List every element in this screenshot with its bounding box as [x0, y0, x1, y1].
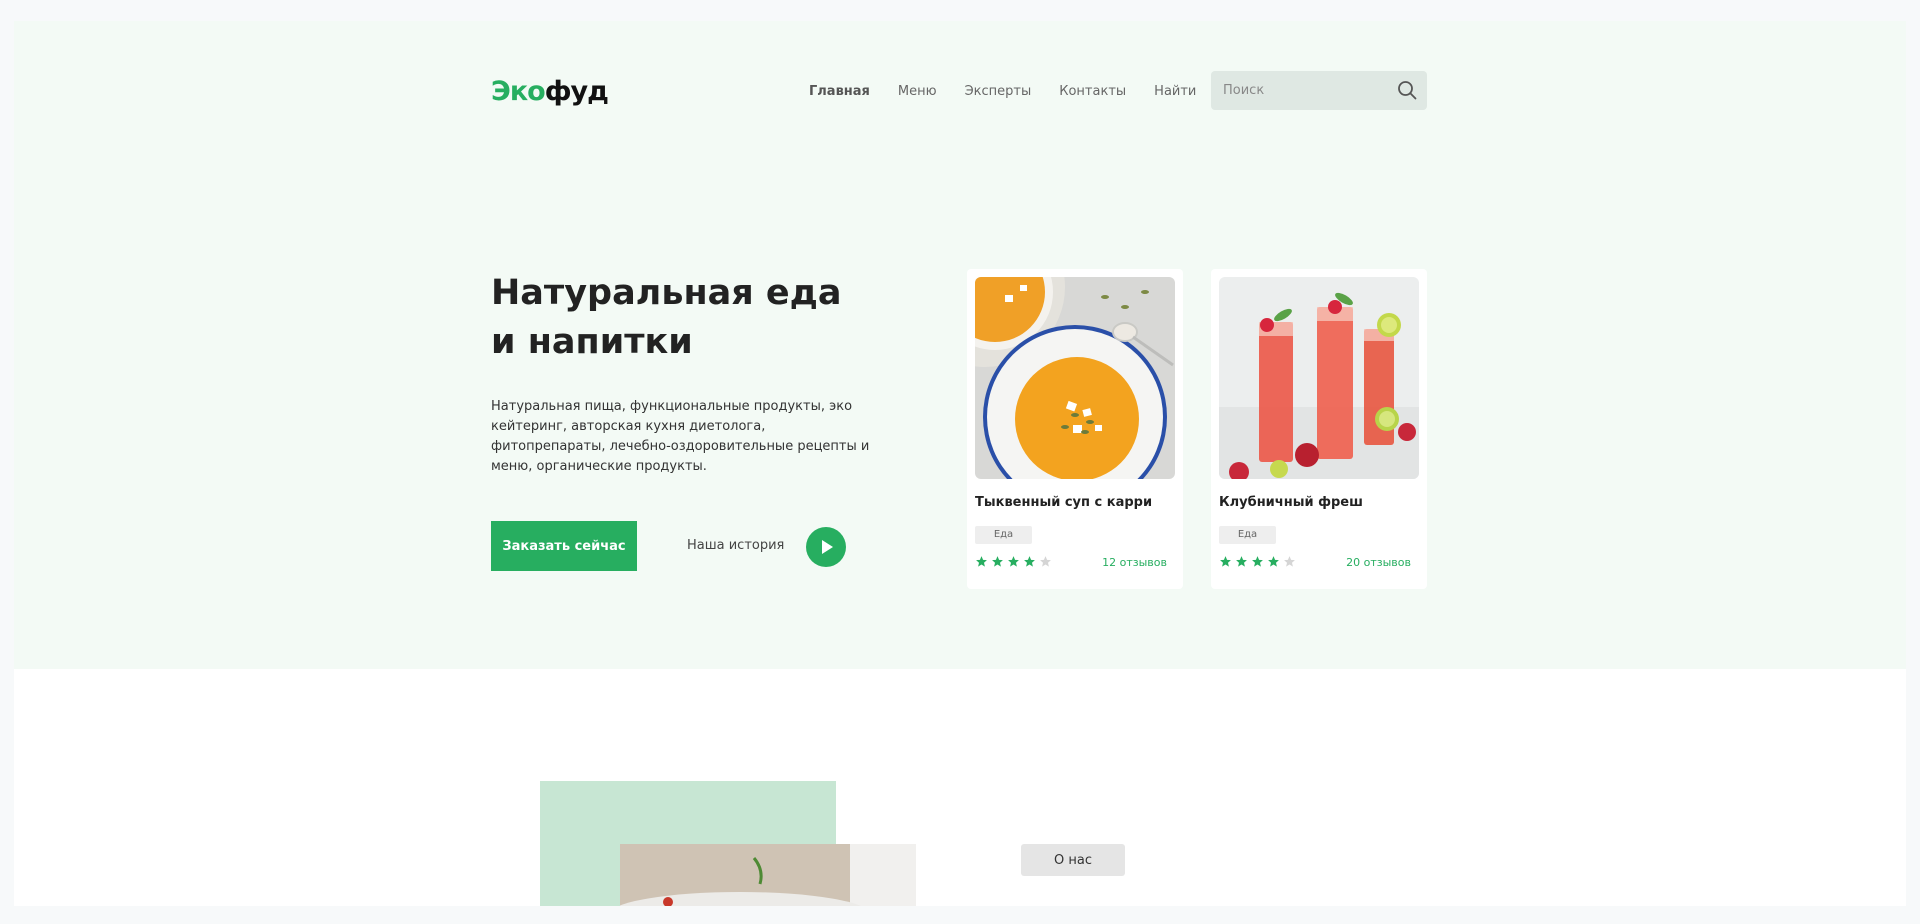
search-input[interactable] [1223, 71, 1393, 110]
hero-title-line-1: Натуральная еда [491, 273, 842, 313]
logo[interactable]: Экофуд [491, 76, 609, 107]
hero-section: Экофуд Главная Меню Эксперты Контакты На… [14, 21, 1906, 669]
about-us-button[interactable]: О нас [1021, 844, 1125, 876]
logo-part-food: фуд [544, 76, 609, 107]
main-nav: Главная Меню Эксперты Контакты Найти [809, 84, 1196, 99]
nav-item-find[interactable]: Найти [1154, 84, 1196, 99]
reviews-count[interactable]: 20 отзывов [1346, 556, 1411, 569]
reviews-count[interactable]: 12 отзывов [1102, 556, 1167, 569]
star-icon [1284, 556, 1295, 567]
hero-description: Натуральная пища, функциональные продукт… [491, 399, 870, 474]
nav-item-home[interactable]: Главная [809, 84, 870, 99]
play-button[interactable] [806, 527, 846, 567]
star-icon [1220, 556, 1231, 567]
search-icon[interactable] [1397, 80, 1417, 100]
nav-item-experts[interactable]: Эксперты [965, 84, 1032, 99]
strawberry-fresh-image [1219, 277, 1419, 479]
star-icon [1236, 556, 1247, 567]
about-section [14, 669, 1906, 906]
page-frame: Экофуд Главная Меню Эксперты Контакты На… [14, 21, 1906, 906]
card-title[interactable]: Клубничный фреш [1219, 495, 1363, 510]
category-tag: Еда [975, 526, 1032, 544]
card-title[interactable]: Тыквенный суп с карри [975, 495, 1152, 510]
play-icon [822, 540, 833, 554]
star-icon [976, 556, 987, 567]
star-rating [975, 555, 1052, 568]
product-card-pumpkin-soup[interactable]: Тыквенный суп с карри Еда 12 отзывов [967, 269, 1183, 589]
star-icon [992, 556, 1003, 567]
star-rating [1219, 555, 1296, 568]
our-story-link[interactable]: Наша история [687, 538, 784, 553]
star-icon [1024, 556, 1035, 567]
hero-title: Натуральная еда и напитки [491, 269, 842, 367]
order-now-button[interactable]: Заказать сейчас [491, 521, 637, 571]
nav-item-menu[interactable]: Меню [898, 84, 937, 99]
logo-part-eco: Эко [491, 76, 546, 107]
search-box [1211, 71, 1427, 110]
hero-title-line-2: и напитки [491, 322, 693, 362]
star-icon [1008, 556, 1019, 567]
star-icon [1268, 556, 1279, 567]
star-icon [1252, 556, 1263, 567]
about-photo [620, 844, 916, 906]
category-tag: Еда [1219, 526, 1276, 544]
pumpkin-soup-image [975, 277, 1175, 479]
nav-item-contacts[interactable]: Контакты [1059, 84, 1126, 99]
star-icon [1040, 556, 1051, 567]
product-card-strawberry-fresh[interactable]: Клубничный фреш Еда 20 отзывов [1211, 269, 1427, 589]
